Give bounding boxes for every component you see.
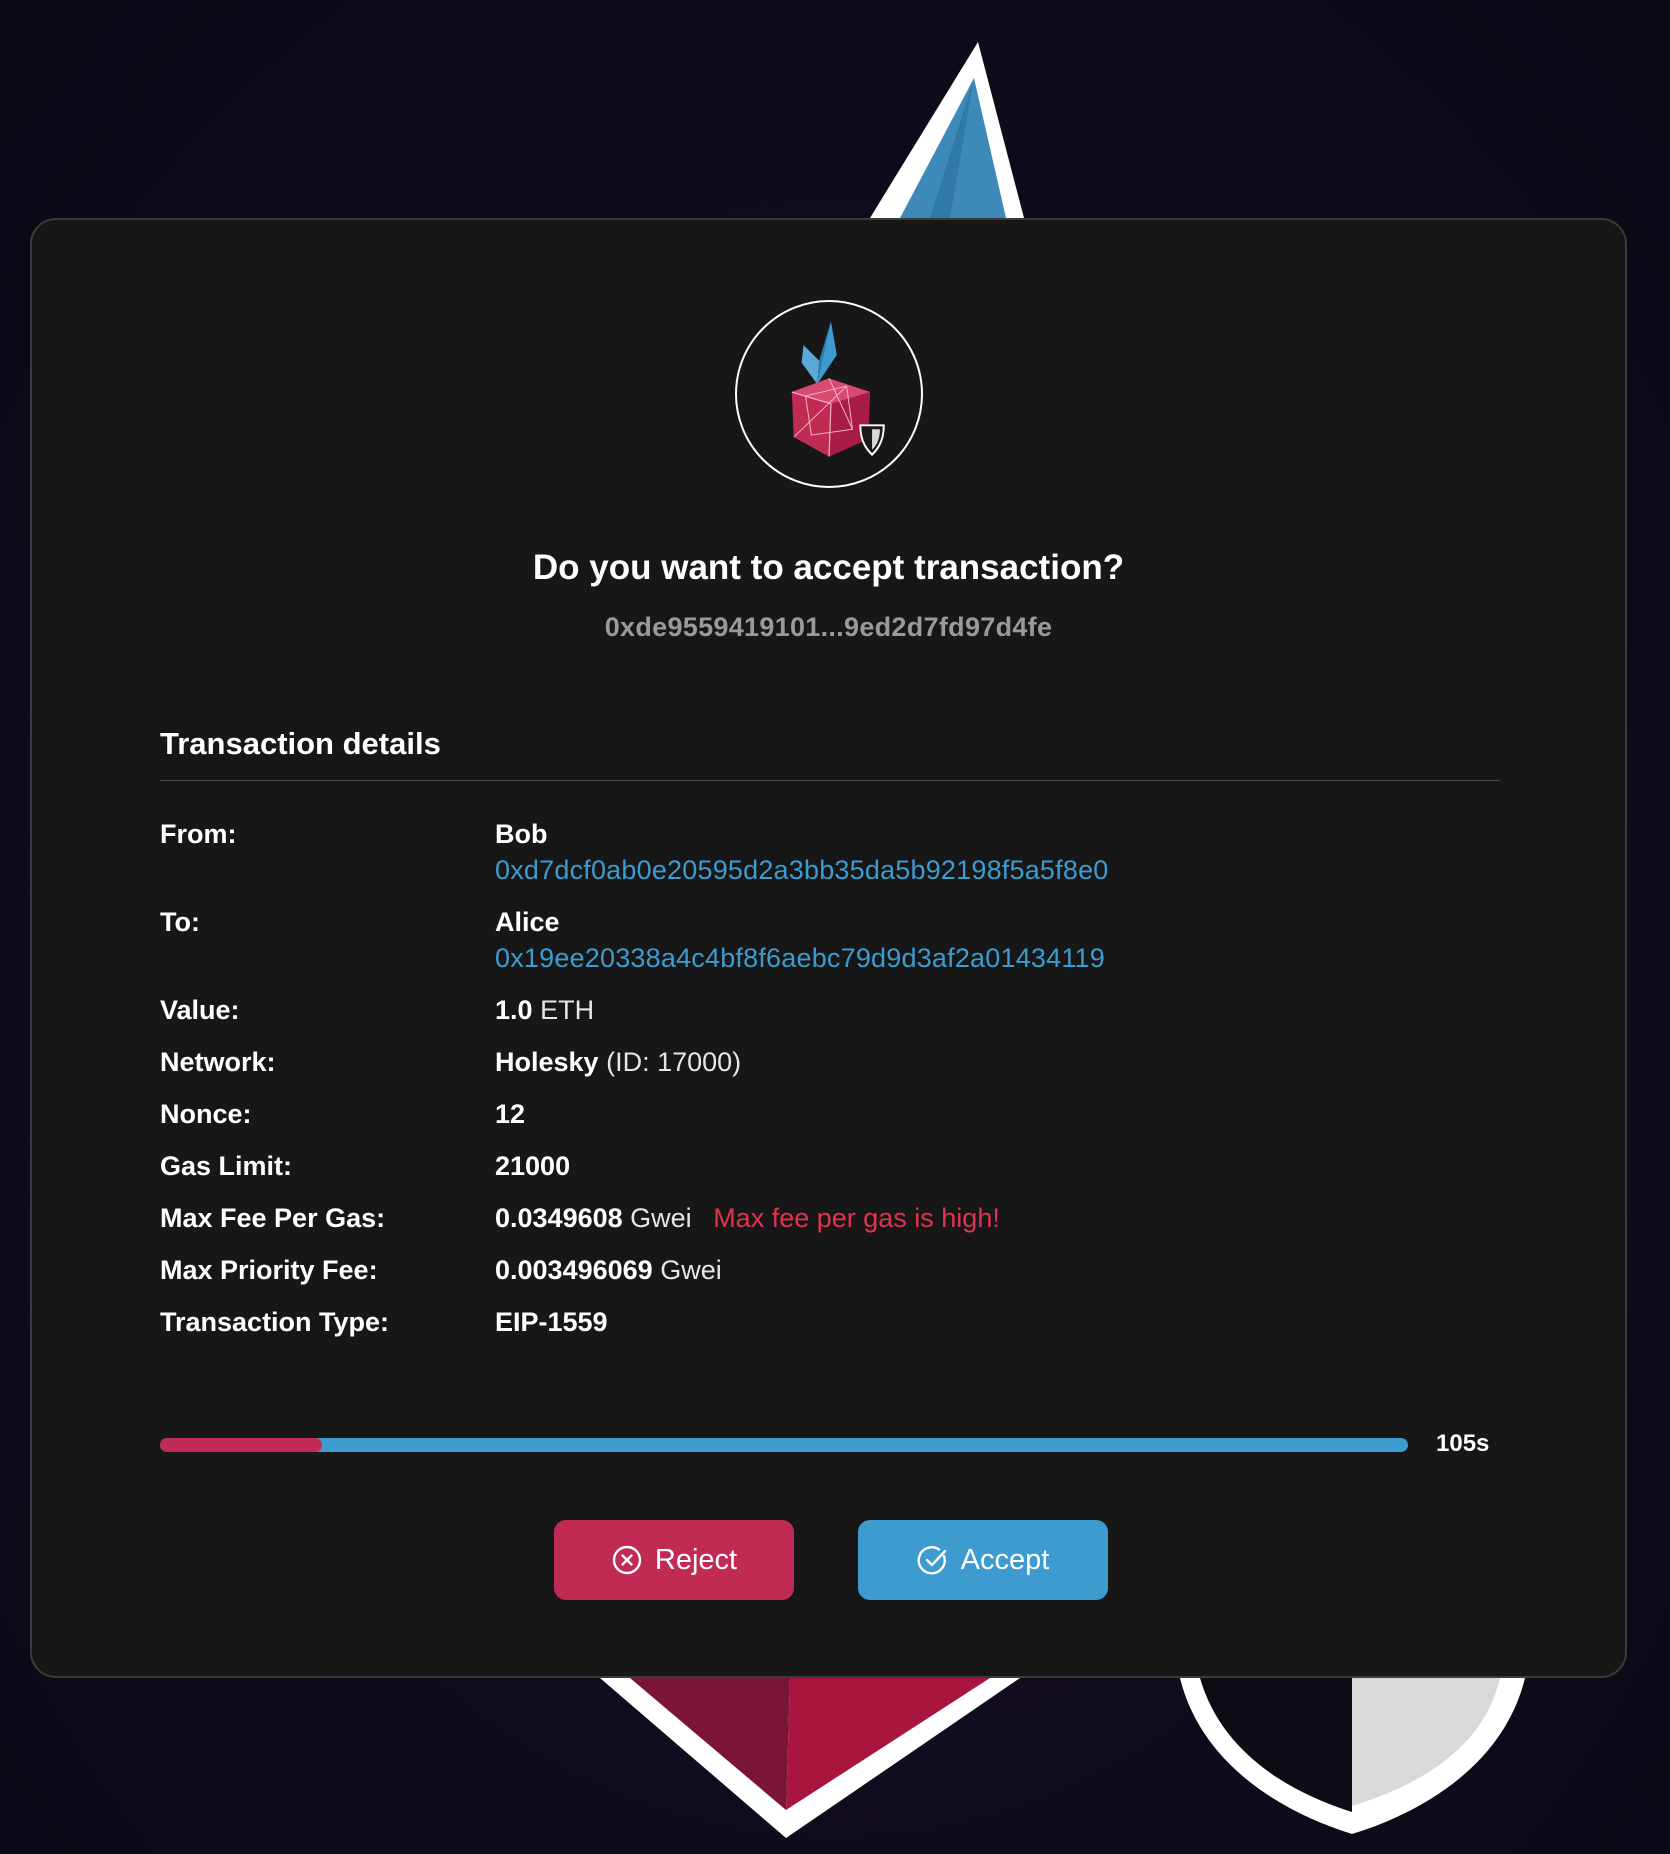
- detail-row-nonce: Nonce: 12: [160, 1096, 1500, 1132]
- detail-row-gas-limit: Gas Limit: 21000: [160, 1148, 1500, 1184]
- check-circle-icon: [917, 1546, 946, 1575]
- to-name: Alice: [495, 907, 560, 937]
- network-id: (ID: 17000): [606, 1047, 742, 1077]
- reject-button-label: Reject: [654, 1543, 738, 1576]
- value-unit: ETH: [540, 995, 595, 1025]
- dialog-title: Do you want to accept transaction?: [532, 548, 1125, 587]
- value-value: 1.0 ETH: [495, 992, 594, 1028]
- max-fee-unit: Gwei: [630, 1203, 692, 1233]
- max-fee-warning: Max fee per gas is high!: [713, 1203, 1000, 1233]
- background-crystal-top: [870, 42, 1024, 218]
- to-address[interactable]: 0x19ee20338a4c4bf8f6aebc79d9d3af2a014341…: [495, 940, 1105, 976]
- max-priority-fee-label: Max Priority Fee:: [160, 1255, 378, 1285]
- timeout-progress-bar: [160, 1438, 1408, 1452]
- tx-type-value: EIP-1559: [495, 1304, 608, 1340]
- accept-button[interactable]: Accept: [858, 1520, 1108, 1600]
- background-crystal-bottom: [600, 1678, 1020, 1838]
- crystal-shield-logo-icon: [791, 321, 885, 457]
- max-priority-fee-unit: Gwei: [660, 1255, 722, 1285]
- reject-button[interactable]: Reject: [554, 1520, 794, 1600]
- detail-row-tx-type: Transaction Type: EIP-1559: [160, 1304, 1500, 1340]
- app-logo: [735, 300, 923, 488]
- max-fee-label: Max Fee Per Gas:: [160, 1203, 386, 1233]
- transaction-hash: 0xde9559419101...9ed2d7fd97d4fe: [604, 612, 1053, 642]
- x-circle-icon: [612, 1545, 642, 1575]
- detail-row-max-priority-fee: Max Priority Fee: 0.003496069 Gwei: [160, 1252, 1500, 1288]
- detail-row-from: From: Bob 0xd7dcf0ab0e20595d2a3bb35da5b9…: [160, 816, 1500, 888]
- value-label: Value:: [160, 995, 240, 1025]
- timeout-progress-fill: [160, 1438, 323, 1452]
- transaction-dialog: Do you want to accept transaction? 0xde9…: [30, 218, 1627, 1678]
- to-value: Alice 0x19ee20338a4c4bf8f6aebc79d9d3af2a…: [495, 904, 1105, 976]
- detail-row-to: To: Alice 0x19ee20338a4c4bf8f6aebc79d9d3…: [160, 904, 1500, 976]
- divider: [160, 780, 1500, 781]
- gas-limit-number: 21000: [495, 1151, 571, 1181]
- max-priority-fee-value: 0.003496069 Gwei: [495, 1252, 722, 1288]
- from-label: From:: [160, 819, 237, 849]
- max-priority-fee-amount: 0.003496069: [495, 1255, 653, 1285]
- tx-type-label: Transaction Type:: [160, 1307, 390, 1337]
- from-address[interactable]: 0xd7dcf0ab0e20595d2a3bb35da5b92198f5a5f8…: [495, 852, 1109, 888]
- network-name: Holesky: [495, 1047, 599, 1077]
- section-title: Transaction details: [160, 726, 441, 761]
- network-value: Holesky (ID: 17000): [495, 1044, 741, 1080]
- value-amount: 1.0: [495, 995, 533, 1025]
- to-label: To:: [160, 907, 200, 937]
- nonce-label: Nonce:: [160, 1099, 252, 1129]
- transaction-details: From: Bob 0xd7dcf0ab0e20595d2a3bb35da5b9…: [160, 816, 1500, 1356]
- max-fee-value: 0.0349608 Gwei Max fee per gas is high!: [495, 1200, 1000, 1236]
- accept-button-label: Accept: [960, 1543, 1050, 1576]
- detail-row-value: Value: 1.0 ETH: [160, 992, 1500, 1028]
- nonce-value: 12: [495, 1096, 525, 1132]
- from-name: Bob: [495, 819, 548, 849]
- detail-row-network: Network: Holesky (ID: 17000): [160, 1044, 1500, 1080]
- tx-type-name: EIP-1559: [495, 1307, 608, 1337]
- from-value: Bob 0xd7dcf0ab0e20595d2a3bb35da5b92198f5…: [495, 816, 1109, 888]
- timeout-countdown: 105s: [1436, 1430, 1490, 1457]
- gas-limit-label: Gas Limit:: [160, 1151, 293, 1181]
- gas-limit-value: 21000: [495, 1148, 570, 1184]
- network-label: Network:: [160, 1047, 276, 1077]
- detail-row-max-fee: Max Fee Per Gas: 0.0349608 Gwei Max fee …: [160, 1200, 1500, 1236]
- background-shield: [1180, 1678, 1525, 1834]
- max-fee-amount: 0.0349608: [495, 1203, 623, 1233]
- nonce-number: 12: [495, 1099, 526, 1129]
